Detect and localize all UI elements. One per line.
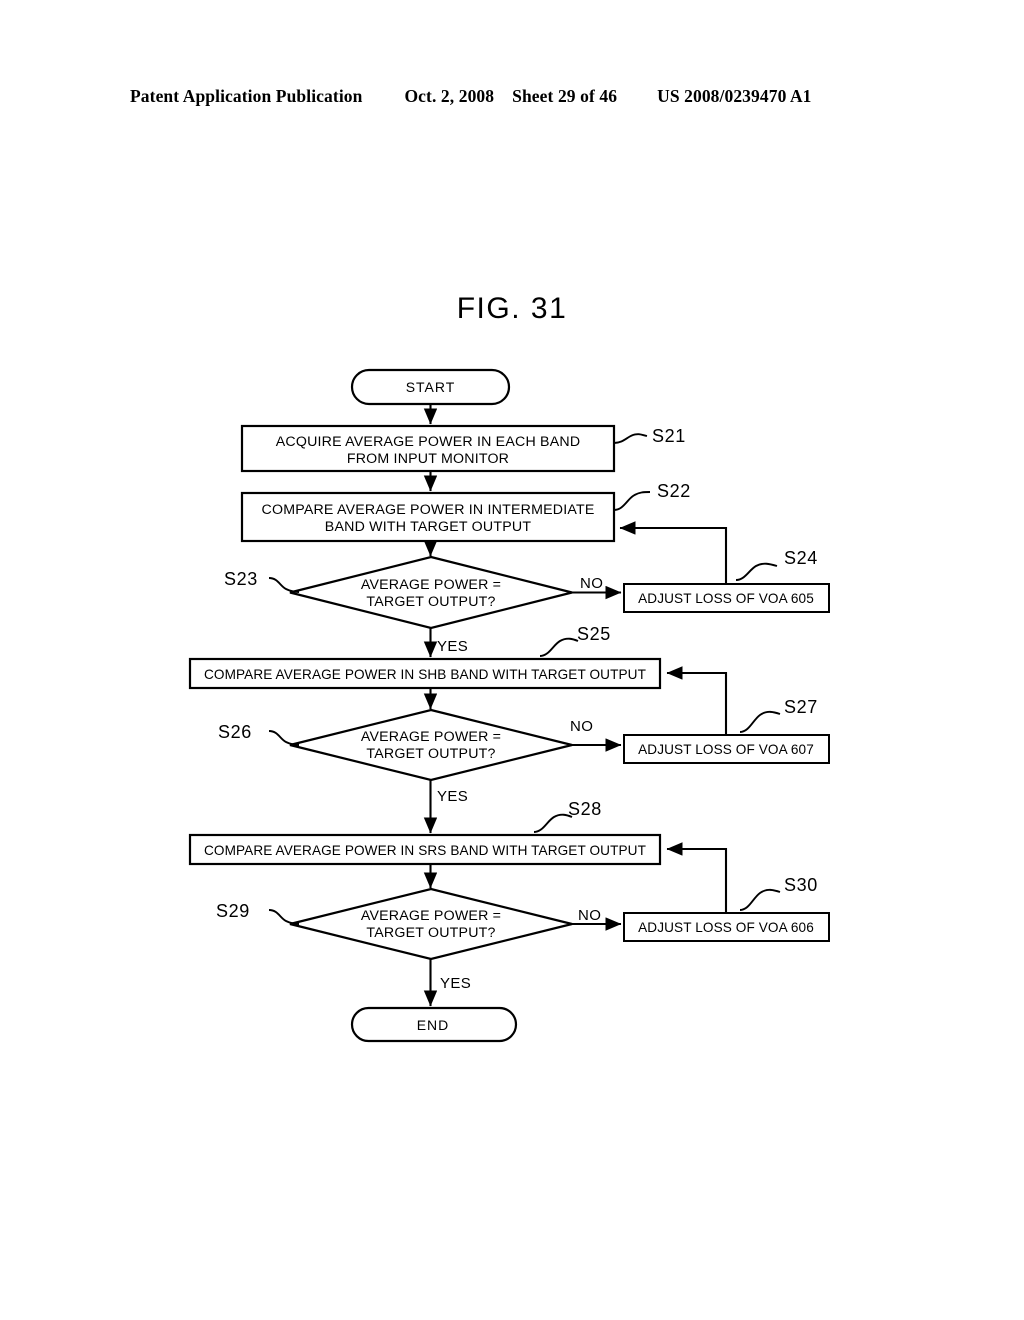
node-s21-line-2: FROM INPUT MONITOR [347,451,509,467]
branch-label-s23-yes: YES [437,638,468,655]
step-label-s25: S25 [577,624,611,644]
step-label-s24: S24 [784,548,818,568]
leader-s27 [739,710,781,733]
node-s27-line-1: ADJUST LOSS OF VOA 607 [638,742,814,757]
node-s22-line-2: BAND WITH TARGET OUTPUT [325,519,532,535]
node-s26-line-1: AVERAGE POWER = [361,729,501,745]
step-label-s29: S29 [216,901,250,921]
branch-label-s23-no: NO [580,575,603,592]
step-label-s28: S28 [568,799,602,819]
branch-label-s26-yes: YES [437,788,468,805]
node-start: START [350,368,511,406]
leader-s25 [539,637,579,657]
node-end: END [350,1006,518,1043]
node-s23-line-1: AVERAGE POWER = [361,577,501,593]
patent-page: Patent Application Publication Oct. 2, 2… [0,0,1024,1320]
step-label-s22: S22 [657,481,691,501]
step-label-s21: S21 [652,426,686,446]
node-s24-line-1: ADJUST LOSS OF VOA 605 [638,591,814,606]
node-s22: COMPARE AVERAGE POWER IN INTERMEDIATE BA… [240,491,616,543]
node-s28-line-1: COMPARE AVERAGE POWER IN SRS BAND WITH T… [204,843,646,858]
node-s23: AVERAGE POWER = TARGET OUTPUT? [289,555,573,630]
step-label-s26: S26 [218,722,252,742]
leader-s30 [739,888,781,911]
step-label-s23: S23 [224,569,258,589]
leader-s23 [268,577,300,593]
node-s30: ADJUST LOSS OF VOA 606 [623,912,830,942]
node-s23-line-2: TARGET OUTPUT? [366,594,495,610]
node-s25: COMPARE AVERAGE POWER IN SHB BAND WITH T… [188,657,662,690]
node-s24: ADJUST LOSS OF VOA 605 [623,583,830,613]
flowchart-diagram: START ACQUIRE AVERAGE POWER IN EACH BAND… [188,368,830,1043]
node-s27: ADJUST LOSS OF VOA 607 [623,734,830,764]
node-s29-line-1: AVERAGE POWER = [361,908,501,924]
node-s30-line-1: ADJUST LOSS OF VOA 606 [638,920,814,935]
node-s22-line-1: COMPARE AVERAGE POWER IN INTERMEDIATE [262,502,595,518]
leader-s24 [735,562,778,581]
step-label-s27: S27 [784,697,818,717]
branch-label-s29-no: NO [578,907,601,924]
branch-label-s26-no: NO [570,718,593,735]
node-s21-line-1: ACQUIRE AVERAGE POWER IN EACH BAND [276,434,581,450]
node-s28: COMPARE AVERAGE POWER IN SRS BAND WITH T… [188,833,662,866]
leader-s28 [533,813,573,833]
node-s26-line-2: TARGET OUTPUT? [366,746,495,762]
node-s29: AVERAGE POWER = TARGET OUTPUT? [289,887,573,961]
node-s29-line-2: TARGET OUTPUT? [366,925,495,941]
feedback-s27-to-s25 [666,666,728,735]
branch-label-s29-yes: YES [440,975,471,992]
leader-s22 [613,491,651,511]
end-label: END [417,1017,450,1033]
node-s26: AVERAGE POWER = TARGET OUTPUT? [289,708,573,782]
feedback-s30-to-s28 [666,842,728,913]
feedback-s24-to-s22 [619,521,728,584]
step-label-s30: S30 [784,875,818,895]
node-s21: ACQUIRE AVERAGE POWER IN EACH BAND FROM … [240,424,616,473]
start-label: START [406,379,456,395]
leader-s21 [613,433,648,444]
node-s25-line-1: COMPARE AVERAGE POWER IN SHB BAND WITH T… [204,667,646,682]
